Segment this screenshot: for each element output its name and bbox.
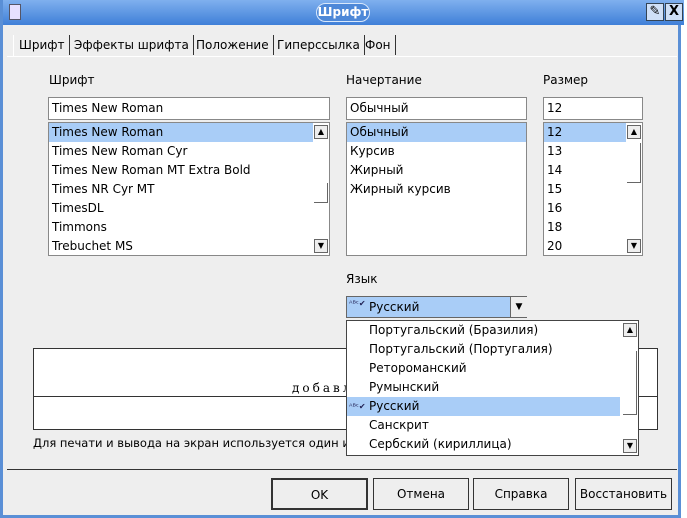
language-dropdown[interactable]: Португальский (Бразилия) Португальский (…	[346, 320, 639, 456]
document-icon	[9, 4, 21, 20]
scroll-thumb[interactable]	[627, 143, 641, 183]
scrollbar[interactable]: ▲ ▼	[626, 123, 642, 255]
list-item[interactable]: Timmons	[49, 218, 329, 237]
list-item[interactable]: Times New Roman Cyr	[49, 142, 329, 161]
style-list[interactable]: Обычный Курсив Жирный Жирный курсив	[346, 122, 527, 256]
list-item[interactable]: Жирный	[347, 161, 526, 180]
dropdown-item[interactable]: Португальский (Бразилия)	[347, 321, 638, 340]
title-bar[interactable]: Шрифт ✎ X	[3, 0, 684, 25]
list-item[interactable]: Times NR Cyr MT	[49, 180, 329, 199]
scroll-thumb[interactable]	[623, 351, 637, 415]
scrollbar[interactable]: ▲ ▼	[622, 321, 638, 455]
size-input[interactable]: 12	[543, 97, 643, 120]
scroll-up-icon[interactable]: ▲	[623, 323, 637, 337]
close-button[interactable]: X	[665, 3, 683, 21]
window-title: Шрифт	[316, 3, 370, 22]
ok-button[interactable]: OK	[271, 478, 368, 510]
dropdown-item[interactable]: Португальский (Португалия)	[347, 340, 638, 359]
size-list[interactable]: 12 13 14 15 16 18 20 ▲ ▼	[543, 122, 643, 256]
dropdown-item[interactable]: Ретороманский	[347, 359, 638, 378]
list-item[interactable]: Жирный курсив	[347, 180, 526, 199]
dropdown-item-label: Русский	[369, 399, 420, 413]
scroll-up-icon[interactable]: ▲	[627, 125, 641, 139]
pin-icon[interactable]: ✎	[646, 3, 664, 21]
list-item[interactable]: Times New Roman	[49, 123, 329, 142]
scrollbar[interactable]: ▲ ▼	[313, 123, 329, 255]
tab-position[interactable]: Положение	[192, 35, 274, 55]
dropdown-item[interactable]: Сербский (кириллица)	[347, 435, 638, 454]
tab-hyperlink[interactable]: Гиперссылка	[273, 35, 365, 55]
abc-check-icon: ᴬᴮᶜ✔	[349, 402, 366, 411]
footnote: Для печати и вывода на экран используетс…	[33, 436, 350, 450]
font-list[interactable]: Times New Roman Times New Roman Cyr Time…	[48, 122, 330, 256]
help-button[interactable]: Справка	[473, 478, 569, 510]
tab-font-effects[interactable]: Эффекты шрифта	[70, 35, 194, 55]
list-item[interactable]: Trebuchet MS	[49, 237, 329, 255]
language-label: Язык	[346, 272, 378, 286]
font-input[interactable]: Times New Roman	[48, 97, 330, 120]
language-combobox[interactable]: ᴬᴮᶜ✔ Русский ▼	[346, 296, 527, 318]
scroll-down-icon[interactable]: ▼	[623, 439, 637, 453]
style-label: Начертание	[346, 73, 422, 87]
style-input[interactable]: Обычный	[346, 97, 527, 120]
scroll-down-icon[interactable]: ▼	[627, 239, 641, 253]
dropdown-item-selected[interactable]: ᴬᴮᶜ✔ Русский	[347, 397, 620, 416]
font-label: Шрифт	[49, 73, 95, 87]
cancel-button[interactable]: Отмена	[373, 478, 469, 510]
tab-edge	[13, 35, 14, 56]
reset-button[interactable]: Восстановить	[575, 478, 672, 510]
chevron-down-icon[interactable]: ▼	[510, 297, 527, 317]
language-value: Русский	[369, 300, 420, 314]
abc-check-icon: ᴬᴮᶜ✔	[349, 299, 366, 308]
scroll-up-icon[interactable]: ▲	[314, 125, 328, 139]
list-item[interactable]: Курсив	[347, 142, 526, 161]
list-item[interactable]: Обычный	[347, 123, 526, 142]
tab-background[interactable]: Фон	[361, 35, 396, 55]
list-item[interactable]: Times New Roman MT Extra Bold	[49, 161, 329, 180]
dropdown-item[interactable]: Санскрит	[347, 416, 638, 435]
size-label: Размер	[543, 73, 589, 87]
font-dialog: Шрифт ✎ X Шрифт Эффекты шрифта Положение…	[0, 0, 684, 518]
list-item[interactable]: 12	[544, 123, 626, 142]
list-item[interactable]: TimesDL	[49, 199, 329, 218]
dropdown-item[interactable]: Румынский	[347, 378, 638, 397]
scroll-thumb[interactable]	[314, 183, 328, 203]
scroll-down-icon[interactable]: ▼	[314, 239, 328, 253]
preview-text: добавл	[292, 381, 354, 395]
tab-font[interactable]: Шрифт	[15, 35, 70, 55]
